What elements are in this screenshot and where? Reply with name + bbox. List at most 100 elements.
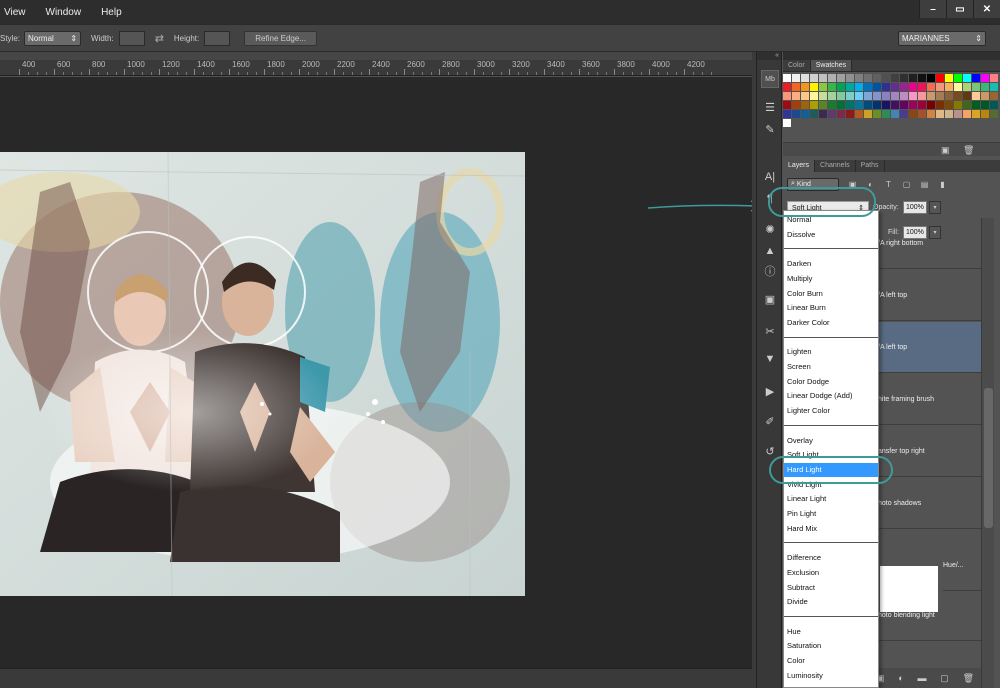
layer-row[interactable]: /A right bottom (878, 218, 981, 269)
swatch[interactable] (828, 101, 836, 109)
swatch[interactable] (909, 101, 917, 109)
swatch[interactable] (882, 83, 890, 91)
layer-row[interactable]: hite framing brush (878, 374, 981, 425)
swatch[interactable] (819, 83, 827, 91)
menu-help[interactable]: Help (101, 7, 122, 18)
swatch[interactable] (981, 83, 989, 91)
swatch[interactable] (972, 110, 980, 118)
blend-option[interactable]: Color Burn (784, 287, 878, 301)
layer-mask-thumbnail[interactable] (880, 566, 938, 612)
swatch[interactable] (963, 110, 971, 118)
swatch[interactable] (945, 110, 953, 118)
width-input[interactable] (118, 30, 145, 46)
blend-option[interactable]: Multiply (784, 272, 878, 286)
swatch[interactable] (873, 92, 881, 100)
swatch[interactable] (810, 83, 818, 91)
collapse-arrows-icon[interactable]: « (757, 52, 781, 60)
swatch[interactable] (783, 110, 791, 118)
swatch[interactable] (954, 110, 962, 118)
swatch[interactable] (855, 83, 863, 91)
swatch[interactable] (810, 110, 818, 118)
info-icon[interactable]: ⓘ (761, 262, 779, 280)
height-input[interactable] (204, 30, 231, 46)
blend-option[interactable]: Lighten (784, 345, 878, 359)
blend-option[interactable]: Color Dodge (784, 375, 878, 389)
swatch[interactable] (810, 101, 818, 109)
swatch[interactable] (900, 101, 908, 109)
swatch[interactable] (801, 74, 809, 82)
swatch[interactable] (801, 92, 809, 100)
layer-row[interactable]: ansfer top right (878, 426, 981, 477)
blend-mode-dropdown[interactable]: Normal Dissolve Darken Multiply Color Burn Li… (783, 210, 879, 688)
swatch[interactable] (909, 110, 917, 118)
swatch[interactable] (846, 101, 854, 109)
swatch[interactable] (846, 92, 854, 100)
swatch[interactable] (792, 101, 800, 109)
blend-option[interactable]: Lighter Color (784, 404, 878, 418)
swatch[interactable] (963, 101, 971, 109)
swatch[interactable] (828, 92, 836, 100)
swatch[interactable] (927, 92, 935, 100)
swatch[interactable] (990, 83, 998, 91)
swatch[interactable] (927, 101, 935, 109)
brush-presets-icon[interactable]: ✎ (761, 120, 779, 138)
tab-channels[interactable]: Channels (815, 160, 856, 172)
swatch[interactable] (801, 110, 809, 118)
styles-icon[interactable]: ▼ (761, 350, 779, 368)
swatch[interactable] (990, 92, 998, 100)
swatch[interactable] (837, 92, 845, 100)
blend-option[interactable]: Darker Color (784, 316, 878, 330)
swatch[interactable] (954, 83, 962, 91)
swatch[interactable] (963, 83, 971, 91)
swatch[interactable] (909, 83, 917, 91)
blend-option[interactable]: Difference (784, 551, 878, 565)
blend-option[interactable]: Luminosity (784, 669, 878, 683)
swatch[interactable] (792, 110, 800, 118)
swatch[interactable] (945, 92, 953, 100)
swatch[interactable] (783, 119, 791, 127)
swatch[interactable] (936, 74, 944, 82)
style-select[interactable]: Normal ⇕ (24, 30, 82, 46)
swatch[interactable] (927, 110, 935, 118)
clone-source-icon[interactable]: ▣ (761, 290, 779, 308)
swatch[interactable] (882, 101, 890, 109)
swatch[interactable] (783, 92, 791, 100)
tab-layers[interactable]: Layers (783, 160, 816, 172)
swatch[interactable] (936, 101, 944, 109)
layer-row[interactable]: /A left top (878, 322, 981, 373)
swatch[interactable] (918, 101, 926, 109)
tab-paths[interactable]: Paths (856, 160, 885, 172)
blend-option[interactable]: Subtract (784, 581, 878, 595)
layers-scroll-thumb[interactable] (984, 388, 993, 528)
swatch[interactable] (846, 110, 854, 118)
swatch[interactable] (891, 74, 899, 82)
refine-edge-button[interactable]: Refine Edge... (244, 30, 317, 46)
swatch[interactable] (918, 83, 926, 91)
swatch[interactable] (801, 101, 809, 109)
menu-view[interactable]: View (4, 7, 26, 18)
swatch[interactable] (918, 110, 926, 118)
filter-toggle-icon[interactable]: ▮ (938, 180, 947, 189)
swatch[interactable] (990, 101, 998, 109)
swatch[interactable] (819, 92, 827, 100)
swatch[interactable] (783, 74, 791, 82)
blend-option[interactable]: Divide (784, 595, 878, 609)
swatch[interactable] (846, 74, 854, 82)
group-icon[interactable]: ▬ (917, 673, 926, 683)
blend-option[interactable]: Hue (784, 625, 878, 639)
layer-row[interactable]: hoto shadows (878, 478, 981, 529)
trash-icon[interactable]: 🗑 (963, 673, 974, 684)
swatch[interactable] (837, 110, 845, 118)
blend-option[interactable]: Overlay (784, 434, 878, 448)
swatch[interactable] (837, 74, 845, 82)
tab-color[interactable]: Color (783, 60, 811, 71)
tab-swatches[interactable]: Swatches (810, 60, 853, 71)
shape-filter-icon[interactable]: ▢ (902, 180, 911, 189)
swatch[interactable] (990, 74, 998, 82)
swatch[interactable] (891, 83, 899, 91)
swap-icon[interactable]: ⇄ (155, 32, 164, 45)
swatch[interactable] (909, 92, 917, 100)
swatch[interactable] (810, 92, 818, 100)
swatch[interactable] (882, 110, 890, 118)
swatch[interactable] (819, 74, 827, 82)
